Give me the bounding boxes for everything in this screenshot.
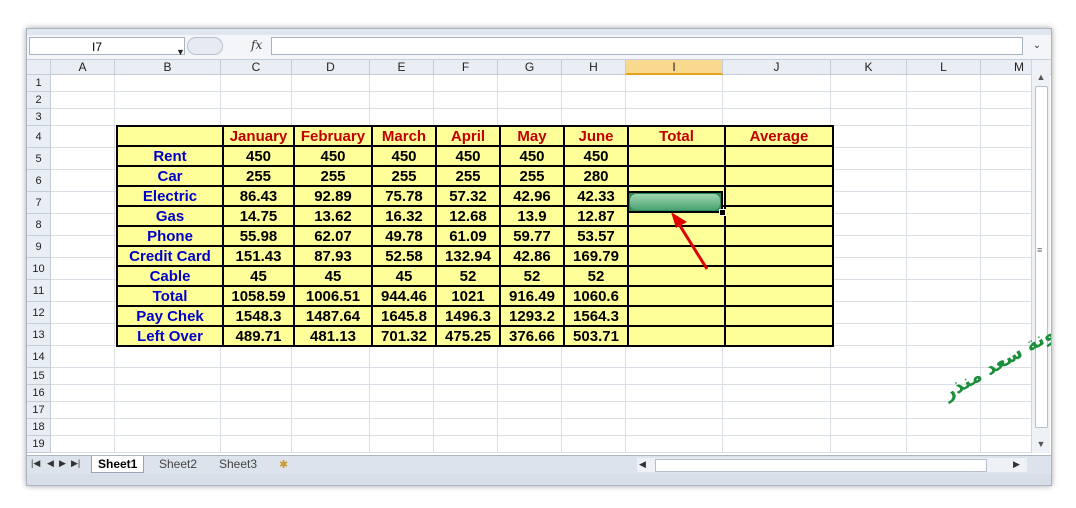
tab-sheet1[interactable]: Sheet1 — [91, 456, 145, 473]
grip-icon: ≡ — [1037, 245, 1043, 255]
scroll-right-icon[interactable]: ▶ — [1013, 459, 1020, 470]
tab-sheet3[interactable]: Sheet3 — [213, 456, 263, 472]
first-sheet-icon[interactable]: |◀ — [31, 458, 40, 469]
arrow-shaft — [675, 220, 709, 270]
scroll-down-icon[interactable]: ▼ — [1032, 437, 1050, 451]
tab-sheet2[interactable]: Sheet2 — [153, 456, 203, 472]
horizontal-scrollbar[interactable]: ◀ ▶ — [637, 458, 1027, 472]
scroll-left-icon[interactable]: ◀ — [639, 459, 646, 470]
scroll-up-icon[interactable]: ▲ — [1032, 70, 1050, 84]
excel-window: I7 ▼ fx ⌄ ABCDEFGHIJKLM 1 2 3 4 5 6 7 8 9 10 11 12 1… — [26, 28, 1052, 486]
next-sheet-icon[interactable]: ▶ — [59, 458, 66, 469]
horizontal-scroll-thumb[interactable] — [655, 459, 987, 472]
prev-sheet-icon[interactable]: ◀ — [47, 458, 54, 469]
red-arrow-annotation — [671, 212, 709, 270]
vertical-scrollbar[interactable]: ▲ ≡ ▼ — [1031, 60, 1050, 453]
last-sheet-icon[interactable]: ▶| — [71, 458, 80, 469]
insert-sheet-icon[interactable]: ✱ — [279, 458, 288, 471]
arrow-head — [671, 212, 687, 228]
vertical-scroll-thumb[interactable] — [1035, 86, 1048, 428]
status-bar — [27, 474, 1051, 485]
sheet-tab-bar: |◀ ◀ ▶ ▶| Sheet1 Sheet2 Sheet3 ✱ ◀ ▶ — [27, 455, 1051, 474]
